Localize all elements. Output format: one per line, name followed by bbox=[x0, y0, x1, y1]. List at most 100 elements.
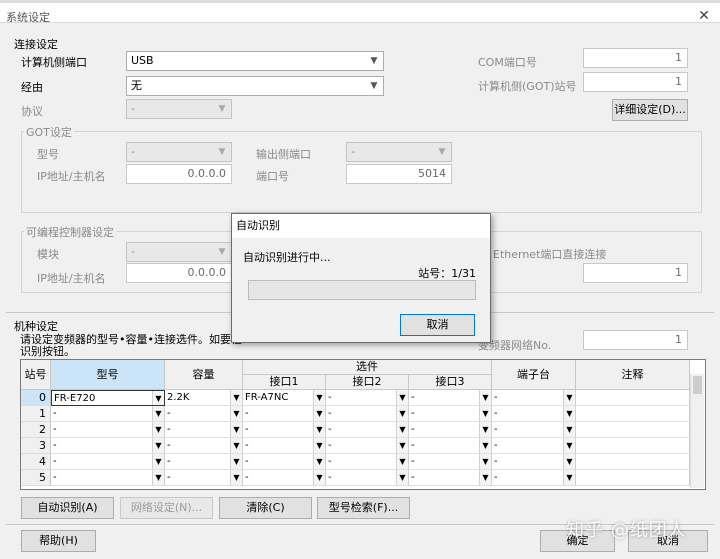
chevron-down-icon[interactable]: ▼ bbox=[313, 438, 325, 453]
model-cell[interactable]: - ▼ bbox=[51, 470, 165, 486]
chevron-down-icon[interactable]: ▼ bbox=[396, 470, 408, 485]
capacity-cell[interactable]: - ▼ bbox=[165, 470, 243, 486]
chevron-down-icon[interactable]: ▼ bbox=[479, 454, 491, 469]
chevron-down-icon[interactable]: ▼ bbox=[563, 390, 575, 405]
header-model[interactable]: 型号 bbox=[51, 360, 165, 390]
interface-2-cell[interactable]: - ▼ bbox=[326, 390, 409, 406]
chevron-down-icon[interactable]: ▼ bbox=[313, 406, 325, 421]
interface-3-cell[interactable]: - ▼ bbox=[409, 422, 492, 438]
chevron-down-icon[interactable]: ▼ bbox=[230, 454, 242, 469]
interface-1-cell[interactable]: FR-A7NC ▼ bbox=[243, 390, 326, 406]
row-number[interactable]: 0 bbox=[21, 390, 51, 406]
interface-2-cell[interactable]: - ▼ bbox=[326, 406, 409, 422]
capacity-cell[interactable]: 2.2K ▼ bbox=[165, 390, 243, 406]
chevron-down-icon[interactable]: ▼ bbox=[152, 438, 164, 453]
chevron-down-icon[interactable]: ▼ bbox=[230, 406, 242, 421]
header-note[interactable]: 注释 bbox=[576, 360, 690, 390]
chevron-down-icon[interactable]: ▼ bbox=[230, 390, 242, 405]
header-capacity[interactable]: 容量 bbox=[165, 360, 243, 390]
grid-scrollbar[interactable] bbox=[690, 374, 704, 488]
note-cell[interactable] bbox=[576, 470, 690, 486]
note-cell[interactable] bbox=[576, 438, 690, 454]
interface-3-cell[interactable]: - ▼ bbox=[409, 454, 492, 470]
interface-2-cell[interactable]: - ▼ bbox=[326, 438, 409, 454]
close-icon[interactable]: ✕ bbox=[692, 6, 716, 26]
auto-detect-button[interactable]: 自动识别(A) bbox=[21, 497, 114, 519]
terminal-cell[interactable]: - ▼ bbox=[492, 422, 576, 438]
model-cell[interactable]: - ▼ bbox=[51, 422, 165, 438]
chevron-down-icon[interactable]: ▼ bbox=[152, 454, 164, 469]
row-number[interactable]: 3 bbox=[21, 438, 51, 454]
interface-3-cell[interactable]: - ▼ bbox=[409, 390, 492, 406]
pc-port-select[interactable]: USB ▼ bbox=[126, 51, 384, 71]
interface-1-cell[interactable]: - ▼ bbox=[243, 454, 326, 470]
interface-2-cell[interactable]: - ▼ bbox=[326, 422, 409, 438]
chevron-down-icon[interactable]: ▼ bbox=[396, 454, 408, 469]
com-port-input[interactable]: 1 bbox=[583, 48, 688, 68]
interface-1-cell[interactable]: - ▼ bbox=[243, 438, 326, 454]
note-cell[interactable] bbox=[576, 454, 690, 470]
terminal-cell[interactable]: - ▼ bbox=[492, 438, 576, 454]
via-select[interactable]: 无 ▼ bbox=[126, 76, 384, 96]
help-button[interactable]: 帮助(H) bbox=[21, 530, 96, 552]
interface-3-cell[interactable]: - ▼ bbox=[409, 406, 492, 422]
chevron-down-icon[interactable]: ▼ bbox=[313, 454, 325, 469]
interface-3-cell[interactable]: - ▼ bbox=[409, 438, 492, 454]
chevron-down-icon[interactable]: ▼ bbox=[479, 470, 491, 485]
chevron-down-icon[interactable]: ▼ bbox=[479, 422, 491, 437]
chevron-down-icon[interactable]: ▼ bbox=[396, 422, 408, 437]
terminal-cell[interactable]: - ▼ bbox=[492, 470, 576, 486]
terminal-cell[interactable]: - ▼ bbox=[492, 406, 576, 422]
interface-1-cell[interactable]: - ▼ bbox=[243, 406, 326, 422]
row-number[interactable]: 1 bbox=[21, 406, 51, 422]
chevron-down-icon[interactable]: ▼ bbox=[152, 470, 164, 485]
chevron-down-icon[interactable]: ▼ bbox=[563, 422, 575, 437]
model-cell[interactable]: FR-E720 ▼ bbox=[51, 390, 165, 406]
chevron-down-icon[interactable]: ▼ bbox=[152, 422, 164, 437]
interface-2-cell[interactable]: - ▼ bbox=[326, 454, 409, 470]
model-cell[interactable]: - ▼ bbox=[51, 454, 165, 470]
chevron-down-icon[interactable]: ▼ bbox=[230, 438, 242, 453]
clear-button[interactable]: 清除(C) bbox=[219, 497, 312, 519]
chevron-down-icon[interactable]: ▼ bbox=[563, 438, 575, 453]
capacity-cell[interactable]: - ▼ bbox=[165, 422, 243, 438]
chevron-down-icon[interactable]: ▼ bbox=[313, 422, 325, 437]
detail-settings-button[interactable]: 详细设定(D)... bbox=[612, 99, 688, 121]
chevron-down-icon[interactable]: ▼ bbox=[479, 438, 491, 453]
model-cell[interactable]: - ▼ bbox=[51, 406, 165, 422]
note-cell[interactable] bbox=[576, 406, 690, 422]
pc-got-station-input[interactable]: 1 bbox=[583, 72, 688, 92]
header-option[interactable]: 选件 bbox=[243, 360, 492, 375]
capacity-cell[interactable]: - ▼ bbox=[165, 438, 243, 454]
plc-ip-input[interactable]: 0.0.0.0 bbox=[126, 263, 232, 283]
chevron-down-icon[interactable]: ▼ bbox=[313, 390, 325, 405]
interface-2-cell[interactable]: - ▼ bbox=[326, 470, 409, 486]
header-interface-3[interactable]: 接口3 bbox=[409, 375, 492, 390]
chevron-down-icon[interactable]: ▼ bbox=[479, 390, 491, 405]
chevron-down-icon[interactable]: ▼ bbox=[313, 470, 325, 485]
row-number[interactable]: 2 bbox=[21, 422, 51, 438]
scrollbar-thumb[interactable] bbox=[693, 376, 702, 394]
chevron-down-icon[interactable]: ▼ bbox=[396, 390, 408, 405]
capacity-cell[interactable]: - ▼ bbox=[165, 454, 243, 470]
header-terminal[interactable]: 端子台 bbox=[492, 360, 576, 390]
chevron-down-icon[interactable]: ▼ bbox=[152, 406, 164, 421]
chevron-down-icon[interactable]: ▼ bbox=[396, 406, 408, 421]
network-no-input[interactable]: 1 bbox=[583, 330, 688, 350]
row-number[interactable]: 4 bbox=[21, 454, 51, 470]
note-cell[interactable] bbox=[576, 390, 690, 406]
chevron-down-icon[interactable]: ▼ bbox=[230, 470, 242, 485]
chevron-down-icon[interactable]: ▼ bbox=[396, 438, 408, 453]
terminal-cell[interactable]: - ▼ bbox=[492, 390, 576, 406]
dialog-cancel-button[interactable]: 取消 bbox=[400, 314, 475, 336]
header-station[interactable]: 站号 bbox=[21, 360, 51, 390]
terminal-cell[interactable]: - ▼ bbox=[492, 454, 576, 470]
header-interface-1[interactable]: 接口1 bbox=[243, 375, 326, 390]
chevron-down-icon[interactable]: ▼ bbox=[152, 391, 164, 405]
model-search-button[interactable]: 型号检索(F)... bbox=[317, 497, 410, 519]
capacity-cell[interactable]: - ▼ bbox=[165, 406, 243, 422]
model-cell[interactable]: - ▼ bbox=[51, 438, 165, 454]
note-cell[interactable] bbox=[576, 422, 690, 438]
chevron-down-icon[interactable]: ▼ bbox=[479, 406, 491, 421]
row-number[interactable]: 5 bbox=[21, 470, 51, 486]
